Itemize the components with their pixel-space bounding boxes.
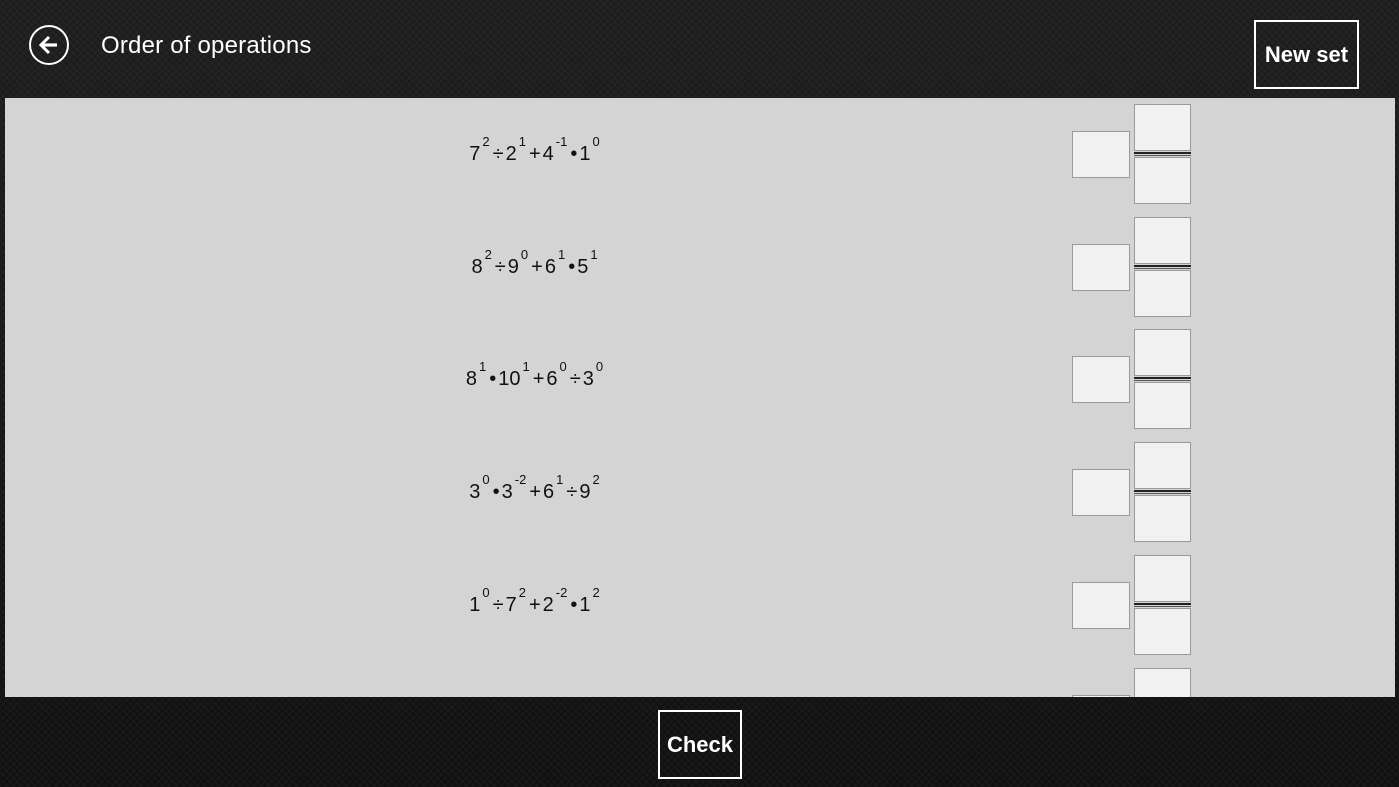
whole-number-input[interactable] [1072,131,1130,178]
problem-row: 81• 101+ 60÷ 30 [5,323,1395,436]
term-base: 7 [469,143,481,165]
fraction-bar [1134,377,1191,381]
term-base: 6 [544,256,556,278]
term-base: 8 [465,368,477,390]
term-base: 4 [542,143,554,165]
term-exponent: 0 [595,359,604,374]
term-exponent: -2 [514,472,527,487]
operator: • [492,481,500,503]
numerator-input[interactable] [1134,217,1191,264]
app-header: Order of operations New set [0,0,1399,98]
term-base: 1 [469,594,481,616]
denominator-input[interactable] [1134,495,1191,542]
problem-row: 30• 3-2+ 61÷ 92 [5,436,1395,549]
fraction-bar [1134,152,1191,156]
operator: • [570,143,578,165]
problem-row: 82÷ 90+ 61• 51 [5,211,1395,324]
problem-expression: 10÷ 72+ 2-2• 12 [335,585,735,623]
operator: ÷ [492,143,504,165]
term-exponent: 0 [520,247,529,262]
operator: • [568,256,576,278]
problem-expression: 82÷ 90+ 61• 51 [335,247,735,285]
term-base: 6 [543,481,555,503]
problem-expression: 81• 101+ 60÷ 30 [335,359,735,397]
back-button[interactable] [29,25,69,65]
numerator-input[interactable] [1134,104,1191,151]
term-base: 9 [507,256,519,278]
numerator-input[interactable] [1134,555,1191,602]
term-exponent: 1 [522,359,530,374]
term-base: 3 [469,481,481,503]
term-exponent: 0 [559,359,567,374]
fraction-bar [1134,265,1191,269]
term-base: 6 [546,368,558,390]
fraction-bar [1134,603,1191,607]
operator: ÷ [566,481,578,503]
denominator-input[interactable] [1134,608,1191,655]
operator: + [528,143,541,165]
term-exponent: 0 [482,472,490,487]
problem-list[interactable]: 72÷ 21+ 4-1• 10 82÷ 90+ 61• 51 81• 101+ 60÷ 30 30• 3-… [5,98,1395,697]
denominator-input[interactable] [1134,157,1191,204]
term-exponent: 2 [592,472,600,487]
term-exponent: -2 [555,585,568,600]
problem-expression: 72÷ 21+ 4-1• 10 [335,134,735,172]
problem-row: 72÷ 21+ 4-1• 10 [5,98,1395,211]
operator: + [528,594,541,616]
term-exponent: -1 [555,134,568,149]
term-exponent: 1 [590,247,598,262]
term-exponent: 2 [484,247,492,262]
operator: • [489,368,497,390]
term-base: 9 [579,481,591,503]
term-base: 1 [579,143,591,165]
term-exponent: 1 [518,134,526,149]
problem-expression: 30• 3-2+ 61÷ 92 [335,472,735,510]
term-base: 2 [542,594,554,616]
term-exponent: 1 [557,247,566,262]
term-exponent: 0 [482,585,490,600]
term-exponent: 1 [479,359,487,374]
numerator-input[interactable] [1134,442,1191,489]
problem-row [5,662,1395,697]
term-exponent: 2 [592,585,600,600]
numerator-input[interactable] [1134,329,1191,376]
whole-number-input[interactable] [1072,582,1130,629]
new-set-button[interactable]: New set [1254,20,1359,89]
term-base: 5 [577,256,589,278]
term-base: 10 [498,368,521,390]
problem-row: 10÷ 72+ 2-2• 12 [5,549,1395,662]
whole-number-input[interactable] [1072,356,1130,403]
term-base: 3 [501,481,513,503]
operator: ÷ [492,594,504,616]
fraction-bar [1134,490,1191,494]
whole-number-input[interactable] [1072,469,1130,516]
operator: ÷ [569,368,581,390]
page-title: Order of operations [101,32,312,59]
numerator-input[interactable] [1134,668,1191,697]
term-base: 2 [505,143,517,165]
term-exponent: 0 [592,134,600,149]
operator: + [532,368,545,390]
term-base: 7 [505,594,517,616]
operator: ÷ [494,256,506,278]
app-footer: Check [0,697,1399,787]
term-exponent: 1 [556,472,564,487]
term-base: 3 [582,368,594,390]
denominator-input[interactable] [1134,382,1191,429]
denominator-input[interactable] [1134,270,1191,317]
operator: + [531,256,543,278]
operator: • [570,594,578,616]
check-button[interactable]: Check [658,710,742,779]
term-exponent: 2 [482,134,490,149]
arrow-left-icon [38,35,57,55]
term-base: 8 [471,256,483,278]
whole-number-input[interactable] [1072,244,1130,291]
term-exponent: 2 [518,585,526,600]
operator: + [529,481,542,503]
term-base: 1 [579,594,591,616]
